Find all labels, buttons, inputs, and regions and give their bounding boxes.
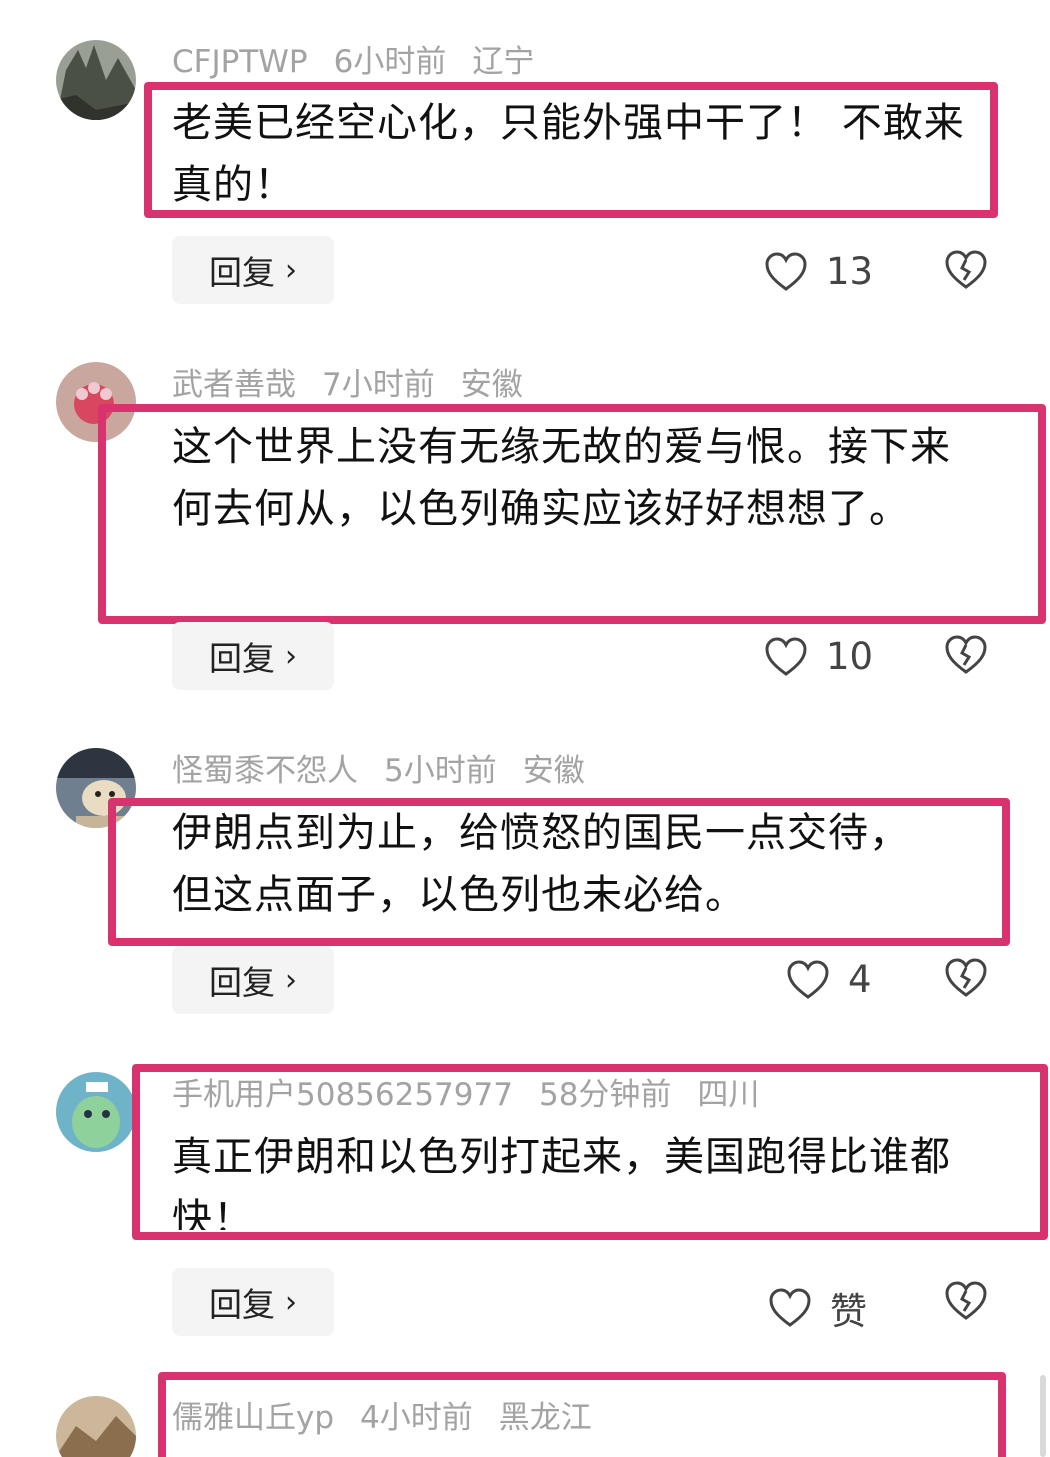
broken-heart-icon[interactable] [944,635,988,675]
timestamp: 58分钟前 [538,1077,672,1113]
reply-label: 回复 [209,639,275,678]
username[interactable]: CFJPTWP [172,44,308,80]
timestamp: 7小时前 [322,367,435,403]
heart-outline-icon [765,636,807,676]
reply-label: 回复 [209,253,275,292]
like-button[interactable]: 10 [764,635,873,678]
comment-text: 老美已经空心化，只能外强中干了！ 不敢来真的！ [172,100,965,208]
broken-heart-icon[interactable] [944,250,988,290]
comment-text: 伊朗点到为止，给愤怒的国民一点交待，但这点面子，以色列也未必给。 [172,810,910,918]
chevron-right-icon: › [285,252,297,288]
reply-label: 回复 [209,1285,275,1324]
reply-label: 回复 [209,963,275,1002]
comment-meta: 武者善哉 7小时前 安徽 [172,365,549,405]
heart-outline-icon [769,1288,811,1327]
timestamp: 4小时前 [360,1400,473,1436]
comment-meta: CFJPTWP 6小时前 辽宁 [172,42,560,82]
timestamp: 5小时前 [384,753,497,789]
reply-button[interactable]: 回复 › [172,946,334,1014]
broken-heart-icon[interactable] [944,1281,988,1321]
like-count: 13 [826,250,874,293]
comment-text: 真正伊朗和以色列打起来，美国跑得比谁都快！ [172,1134,951,1230]
location: 安徽 [460,367,523,403]
like-count: 4 [848,958,872,1001]
chevron-right-icon: › [285,962,297,998]
username[interactable]: 手机用户50856257977 [172,1077,513,1113]
broken-heart-icon[interactable] [944,958,988,998]
timestamp: 6小时前 [333,44,447,80]
reply-button[interactable]: 回复 › [172,1268,334,1336]
comment-text: 这个世界上没有无缘无故的爱与恨。接下来何去何从，以色列确实应该好好想想了。 [172,424,951,532]
username[interactable]: 武者善哉 [172,367,296,403]
comment-meta: 儒雅山丘yp 4小时前 黑龙江 [172,1398,618,1438]
scrollbar[interactable] [1040,1375,1046,1457]
like-button[interactable]: 4 [786,958,872,1001]
location: 辽宁 [472,44,535,80]
location: 四川 [697,1077,760,1113]
chevron-right-icon: › [285,1284,297,1320]
reply-button[interactable]: 回复 › [172,236,334,304]
comment-text-clip: 真正伊朗和以色列打起来，美国跑得比谁都快！ [0,1126,1050,1230]
comment-meta: 怪蜀黍不怨人 5小时前 安徽 [172,751,611,791]
username[interactable]: 怪蜀黍不怨人 [172,753,358,789]
chevron-right-icon: › [285,638,297,674]
like-button[interactable]: 赞 [768,1281,867,1335]
comment-meta: 手机用户50856257977 58分钟前 四川 [172,1075,785,1115]
avatar[interactable] [56,1396,136,1457]
heart-outline-icon [787,959,829,999]
like-label: 赞 [830,1290,867,1333]
username[interactable]: 儒雅山丘yp [172,1400,334,1436]
location: 安徽 [522,753,585,789]
like-count: 10 [826,635,874,678]
reply-button[interactable]: 回复 › [172,622,334,690]
avatar[interactable] [56,40,136,120]
like-button[interactable]: 13 [764,250,873,293]
comment-list: CFJPTWP 6小时前 辽宁 老美已经空心化，只能外强中干了！ 不敢来真的！ 回复… [0,0,1050,1457]
location: 黑龙江 [498,1400,592,1436]
heart-outline-icon [765,251,807,291]
